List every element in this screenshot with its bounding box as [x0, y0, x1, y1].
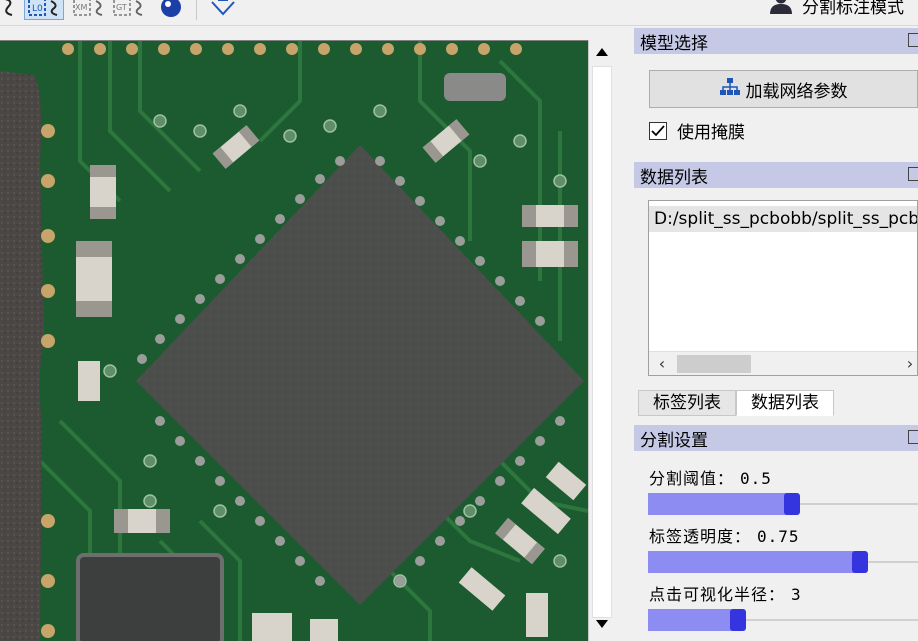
polygon-tool-icon[interactable]	[206, 0, 240, 20]
scrollbar-thumb[interactable]	[677, 355, 751, 373]
right-dock-panel: 模型选择 加载网络参数 使用掩膜 数据列表 D:/split_ss_pcbobb…	[634, 26, 918, 641]
viewer-vertical-scrollbar[interactable]	[588, 40, 614, 641]
slider-fill	[648, 551, 860, 573]
dock-float-icon[interactable]	[908, 33, 918, 47]
threshold-setting-label: 分割阈值： 0.5	[649, 465, 772, 489]
label-opacity-slider[interactable]	[648, 551, 918, 573]
user-icon	[768, 0, 794, 19]
segmentation-dock-title-text: 分割设置	[640, 430, 708, 451]
data-dock-title[interactable]: 数据列表	[634, 162, 918, 188]
scroll-up-arrow-icon[interactable]	[592, 42, 612, 62]
scroll-down-arrow-icon[interactable]	[592, 614, 612, 634]
dock-float-icon[interactable]	[908, 430, 918, 444]
mode-label: 分割标注模式	[802, 0, 904, 18]
use-mask-label: 使用掩膜	[677, 123, 745, 143]
tab-data-list[interactable]: 数据列表	[736, 390, 834, 416]
list-item[interactable]: D:/split_ss_pcbobb/split_ss_pcb	[649, 206, 917, 232]
dock-float-icon[interactable]	[908, 167, 918, 181]
segmentation-dock-title[interactable]: 分割设置	[634, 425, 918, 451]
opacity-setting-label: 标签透明度： 0.75	[649, 523, 800, 547]
click-radius-value: 3	[791, 585, 802, 604]
dock-tab-bar: 标签列表 数据列表	[638, 390, 834, 416]
image-canvas[interactable]	[0, 40, 588, 641]
pcb-board-image	[0, 41, 588, 641]
scroll-right-arrow-icon[interactable]: ›	[901, 355, 917, 373]
scrollbar-thumb[interactable]	[592, 66, 612, 618]
threshold-label: 分割阈值：	[649, 469, 735, 488]
label-select-icon[interactable]: L0	[24, 0, 64, 20]
scroll-left-arrow-icon[interactable]: ‹	[653, 355, 671, 373]
opacity-value: 0.75	[757, 527, 800, 546]
model-dock-title[interactable]: 模型选择	[634, 28, 918, 54]
annotation-app-window: L0 XM GT 分割标注模式 模型选择 加载网络参数 使用掩膜 数据列表 D:…	[0, 0, 918, 641]
slider-handle[interactable]	[730, 609, 746, 631]
toolbar: L0 XM GT 分割标注模式	[0, 0, 918, 26]
svg-text:L0: L0	[32, 4, 43, 14]
use-mask-checkbox[interactable]	[649, 121, 667, 140]
visibility-toggle-icon[interactable]	[156, 0, 186, 20]
tab-labels-list[interactable]: 标签列表	[638, 390, 736, 416]
slider-handle[interactable]	[852, 551, 868, 573]
click-radius-slider[interactable]	[648, 609, 918, 631]
load-network-params-button[interactable]: 加载网络参数	[649, 70, 918, 108]
use-mask-row[interactable]: 使用掩膜	[649, 118, 745, 143]
curve-tool-icon[interactable]	[0, 0, 18, 20]
load-network-params-label: 加载网络参数	[745, 81, 848, 102]
toolbar-separator	[196, 0, 197, 20]
slider-fill	[648, 493, 792, 515]
threshold-slider[interactable]	[648, 493, 918, 515]
segment-export-icon[interactable]: GT	[112, 0, 146, 20]
annotation-mode-indicator[interactable]: 分割标注模式	[768, 0, 904, 19]
svg-text:XM: XM	[75, 3, 87, 12]
threshold-value: 0.5	[740, 469, 772, 488]
opacity-label: 标签透明度：	[649, 527, 752, 546]
model-dock-title-text: 模型选择	[640, 33, 708, 54]
network-icon	[719, 77, 740, 101]
svg-text:GT: GT	[116, 3, 127, 12]
data-list-horizontal-scrollbar[interactable]: ‹ ›	[649, 351, 917, 375]
click-radius-setting-label: 点击可视化半径： 3	[649, 581, 802, 605]
slider-fill	[648, 609, 738, 631]
data-file-list[interactable]: D:/split_ss_pcbobb/split_ss_pcb ‹ ›	[648, 200, 918, 376]
xml-export-icon[interactable]: XM	[72, 0, 106, 20]
click-radius-label: 点击可视化半径：	[649, 585, 786, 604]
data-dock-title-text: 数据列表	[640, 167, 708, 188]
slider-handle[interactable]	[784, 493, 800, 515]
